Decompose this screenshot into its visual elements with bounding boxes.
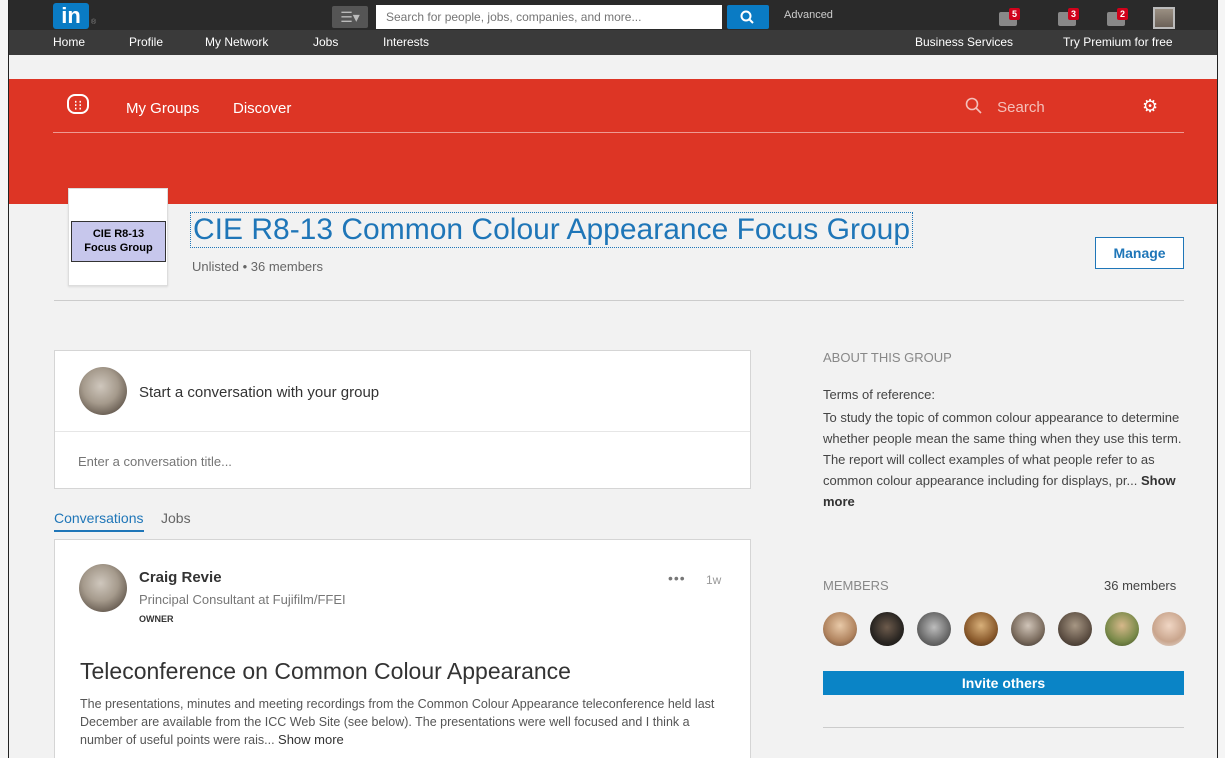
avatar[interactable]	[823, 612, 857, 646]
tab-conversations[interactable]: Conversations	[54, 510, 144, 532]
group-meta: Unlisted • 36 members	[192, 259, 323, 274]
messages-button[interactable]: 5	[999, 8, 1025, 28]
post-body: The presentations, minutes and meeting r…	[80, 695, 730, 749]
nav-business-services[interactable]: Business Services	[915, 35, 1013, 49]
groups-home-icon[interactable]: ⁝⁝	[67, 94, 89, 114]
invite-others-button[interactable]: Invite others	[823, 671, 1184, 695]
avatar[interactable]	[1011, 612, 1045, 646]
account-avatar[interactable]	[1153, 7, 1175, 29]
nav-my-groups[interactable]: My Groups	[126, 100, 199, 117]
conversation-post: Craig Revie Principal Consultant at Fuji…	[54, 539, 751, 758]
avatar[interactable]	[917, 612, 951, 646]
header-divider	[53, 132, 1184, 133]
nav-try-premium[interactable]: Try Premium for free	[1063, 35, 1173, 49]
more-options-icon[interactable]: •••	[668, 570, 686, 586]
nav-interests[interactable]: Interests	[383, 35, 429, 49]
groups-header: ⁝⁝ My Groups Discover Search ⚙	[9, 79, 1217, 204]
messages-badge: 5	[1009, 8, 1021, 20]
linkedin-logo[interactable]: in ®	[53, 3, 101, 31]
avatar[interactable]	[79, 564, 127, 612]
post-author[interactable]: Craig Revie	[139, 569, 222, 586]
post-timestamp: 1w	[706, 573, 722, 587]
post-body-text: The presentations, minutes and meeting r…	[80, 697, 715, 747]
show-more-link[interactable]: Show more	[278, 732, 344, 747]
nav-profile[interactable]: Profile	[129, 35, 163, 49]
search-button[interactable]	[727, 5, 769, 29]
header-upper: in ® ☰▾ Advanced 5 3 2	[9, 0, 1217, 30]
about-label: Terms of reference:	[823, 387, 935, 402]
about-heading: ABOUT THIS GROUP	[823, 350, 952, 365]
groups-search[interactable]: Search	[965, 97, 1045, 116]
group-logo: CIE R8-13 Focus Group	[68, 188, 168, 286]
connections-button[interactable]: 2	[1107, 8, 1133, 28]
logo-registered-mark: ®	[91, 19, 97, 26]
group-logo-line1: CIE R8-13	[92, 228, 145, 240]
post-author-role: OWNER	[139, 614, 174, 624]
group-logo-line2: Focus Group	[84, 242, 153, 254]
nav-home[interactable]: Home	[53, 35, 85, 49]
groups-search-label: Search	[997, 99, 1045, 116]
settings-gear-icon[interactable]: ⚙	[1142, 96, 1158, 117]
page-frame: in ® ☰▾ Advanced 5 3 2	[8, 0, 1218, 758]
linkedin-logo-icon: in	[53, 3, 89, 29]
nav-my-network[interactable]: My Network	[205, 35, 268, 49]
nav-jobs[interactable]: Jobs	[313, 35, 338, 49]
main-nav: Home Profile My Network Jobs Interests B…	[9, 30, 1217, 55]
avatar	[79, 367, 127, 415]
members-heading: MEMBERS	[823, 578, 889, 593]
members-count[interactable]: 36 members	[1104, 578, 1176, 593]
divider	[54, 300, 1184, 301]
global-header: in ® ☰▾ Advanced 5 3 2	[9, 0, 1217, 55]
avatar[interactable]	[1105, 612, 1139, 646]
group-logo-badge: CIE R8-13 Focus Group	[71, 221, 166, 262]
about-text: To study the topic of common colour appe…	[823, 407, 1188, 512]
post-title[interactable]: Teleconference on Common Colour Appearan…	[80, 658, 571, 685]
avatar[interactable]	[870, 612, 904, 646]
composer-prompt[interactable]: Start a conversation with your group	[139, 384, 379, 401]
avatar[interactable]	[964, 612, 998, 646]
tab-jobs[interactable]: Jobs	[161, 510, 191, 526]
nav-discover[interactable]: Discover	[233, 100, 291, 117]
notifications-badge: 3	[1068, 8, 1080, 20]
connections-badge: 2	[1117, 8, 1129, 20]
manage-button[interactable]: Manage	[1095, 237, 1184, 269]
notifications-button[interactable]: 3	[1058, 8, 1084, 28]
members-avatars	[823, 612, 1193, 648]
advanced-search-link[interactable]: Advanced	[784, 9, 833, 21]
search-icon	[740, 10, 754, 24]
avatar[interactable]	[1152, 612, 1186, 646]
global-search-input[interactable]	[376, 5, 722, 29]
about-body: To study the topic of common colour appe…	[823, 410, 1182, 488]
search-icon	[965, 97, 982, 114]
group-title[interactable]: CIE R8-13 Common Colour Appearance Focus…	[190, 212, 914, 248]
composer-divider	[55, 431, 750, 432]
conversation-composer: Start a conversation with your group	[54, 350, 751, 489]
conversation-title-input[interactable]	[78, 451, 718, 471]
divider	[823, 727, 1184, 728]
post-author-title: Principal Consultant at Fujifilm/FFEI	[139, 592, 346, 607]
avatar[interactable]	[1058, 612, 1092, 646]
search-filter-menu-icon[interactable]: ☰▾	[332, 6, 368, 28]
